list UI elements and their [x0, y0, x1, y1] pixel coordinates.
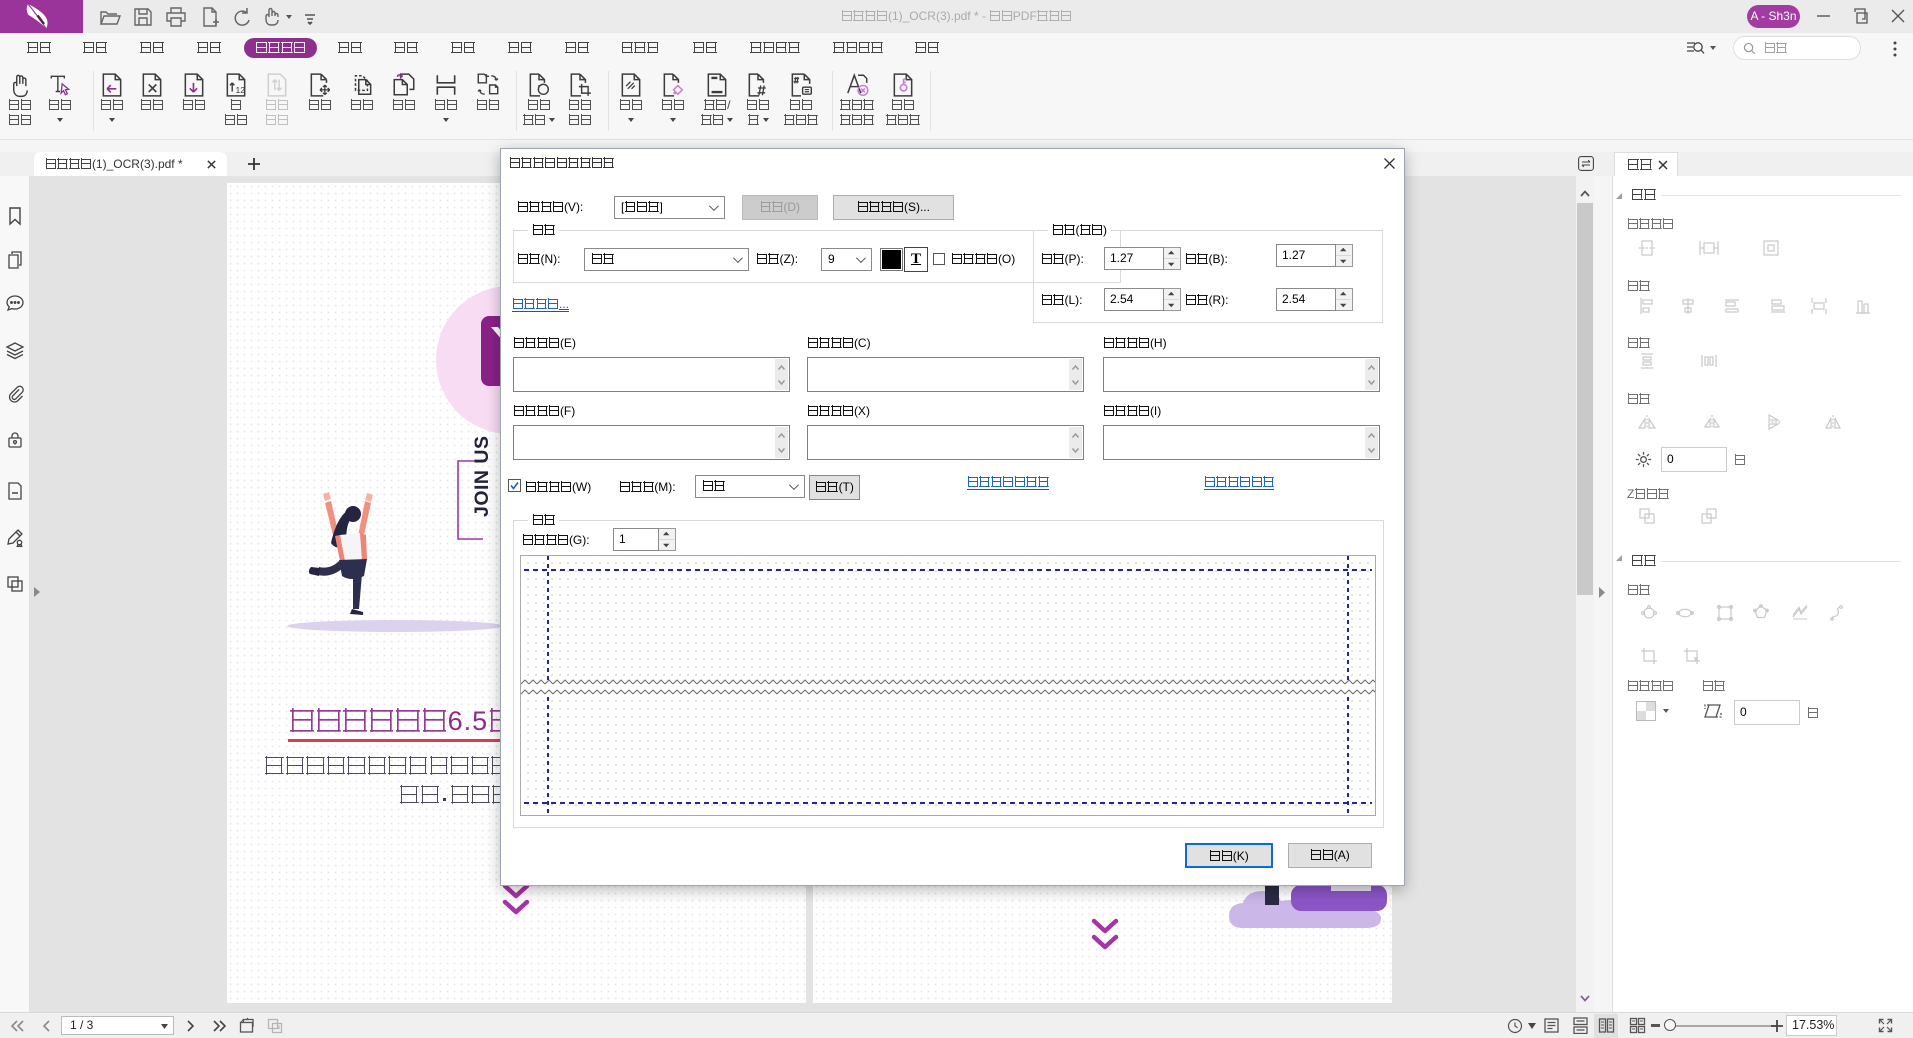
svg-text:JOIN US: JOIN US — [471, 435, 493, 517]
svg-text:12: 12 — [235, 85, 245, 95]
